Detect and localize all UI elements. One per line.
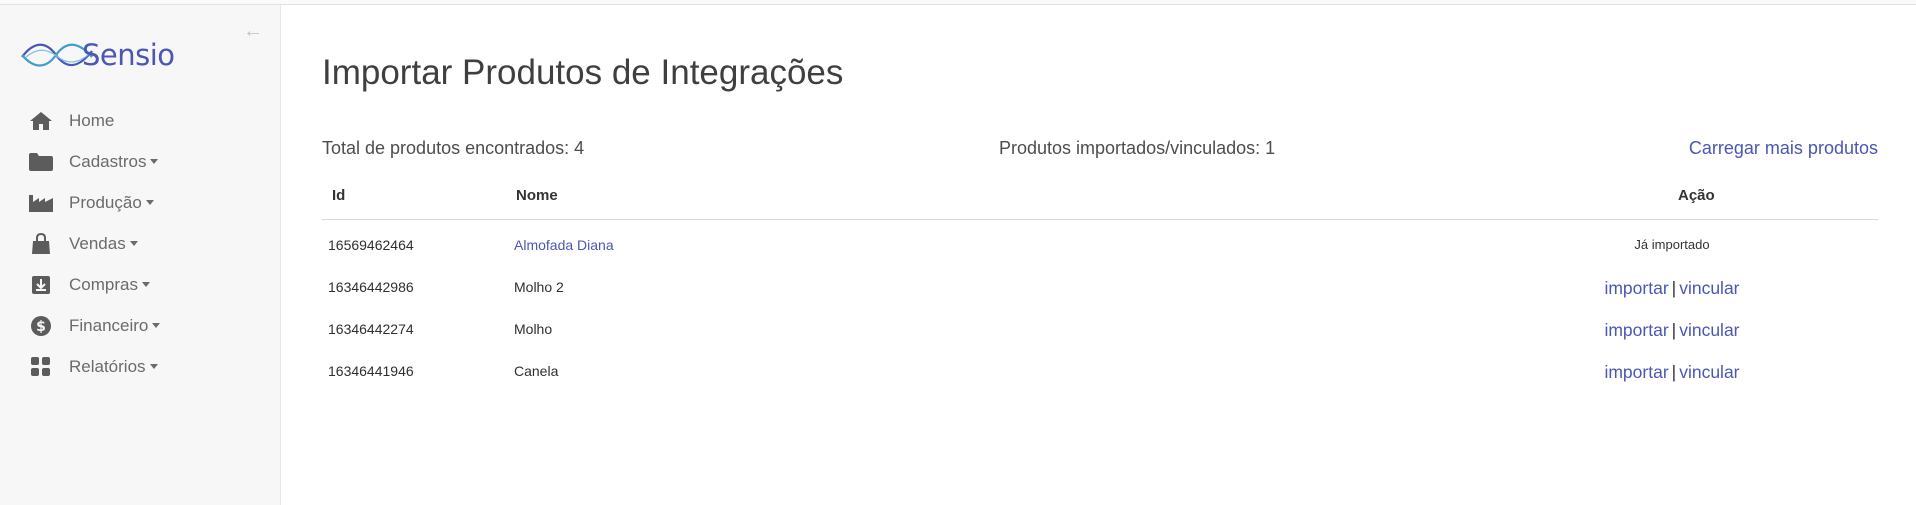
link-product-link[interactable]: vincular [1679,320,1739,340]
action-cell: importar | vincular [1522,278,1822,299]
imported-linked-count: Produtos importados/vinculados: 1 [999,138,1276,158]
chevron-down-icon [150,158,159,164]
collapse-sidebar-icon[interactable]: ← [243,21,263,41]
sidebar-item-financeiro[interactable]: $ Financeiro [28,305,268,346]
link-product-link[interactable]: vincular [1679,362,1739,382]
product-name-link[interactable]: Almofada Diana [514,237,614,253]
header-action: Ação [1678,187,1715,204]
product-id: 16346442986 [328,279,414,295]
action-separator: | [1671,278,1677,298]
import-link[interactable]: importar [1604,278,1668,298]
folder-icon [28,151,54,173]
table-row: 16346442986 Molho 2 importar | vincular [322,266,1878,308]
sidebar-item-label: Financeiro [69,315,149,335]
header-name: Nome [516,187,558,204]
table-row: 16569462464 Almofada Diana Já importado [322,224,1878,266]
table-header: Id Nome Ação [322,175,1878,220]
products-table: Id Nome Ação 16569462464 Almofada Diana … [322,175,1878,392]
sidebar-item-home[interactable]: Home [28,100,268,141]
product-id: 16346441946 [328,363,414,379]
sidebar-item-compras[interactable]: Compras [28,264,268,305]
top-border [0,0,1916,5]
sidebar-item-label: Produção [69,192,142,212]
sidebar: ← Sensio Home Cadastros Produção Vendas … [0,5,281,505]
factory-icon [28,192,54,214]
chevron-down-icon [141,281,150,287]
product-id: 16346442274 [328,321,414,337]
sidebar-item-label: Compras [69,274,138,294]
sidebar-item-label: Home [69,110,115,130]
sidebar-item-label: Vendas [69,233,126,253]
product-name: Molho 2 [514,279,564,295]
table-row: 16346441946 Canela importar | vincular [322,350,1878,392]
sidebar-item-label: Cadastros [69,151,147,171]
link-product-link[interactable]: vincular [1679,278,1739,298]
logo-text: Sensio [82,38,175,72]
sidebar-nav: Home Cadastros Produção Vendas Compras $… [28,100,268,387]
product-id: 16569462464 [328,237,414,253]
sidebar-item-relatorios[interactable]: Relatórios [28,346,268,387]
dollar-circle-icon: $ [28,315,54,337]
load-more-link[interactable]: Carregar mais produtos [1689,138,1878,159]
grid-icon [28,356,54,378]
chevron-down-icon [145,199,154,205]
status-already-imported: Já importado [1634,237,1710,252]
shopping-bag-icon [28,232,54,255]
chevron-down-icon [152,322,161,328]
table-row: 16346442274 Molho importar | vincular [322,308,1878,350]
action-cell: importar | vincular [1522,320,1822,341]
sidebar-item-cadastros[interactable]: Cadastros [28,141,268,182]
svg-text:$: $ [36,319,46,335]
product-name: Molho [514,321,553,337]
chevron-down-icon [129,240,138,246]
sidebar-item-label: Relatórios [69,356,146,376]
sidebar-item-producao[interactable]: Produção [28,182,268,223]
chevron-down-icon [149,363,158,369]
product-name: Canela [514,363,559,379]
download-box-icon [28,274,54,296]
action-separator: | [1671,320,1677,340]
header-id: Id [332,187,346,204]
action-separator: | [1671,362,1677,382]
action-cell: importar | vincular [1522,362,1822,383]
page-title: Importar Produtos de Integrações [322,53,844,92]
logo[interactable]: Sensio [20,33,220,77]
sidebar-item-vendas[interactable]: Vendas [28,223,268,264]
import-link[interactable]: importar [1604,362,1668,382]
home-icon [28,110,54,132]
total-products-count: Total de produtos encontrados: 4 [322,138,585,158]
import-link[interactable]: importar [1604,320,1668,340]
